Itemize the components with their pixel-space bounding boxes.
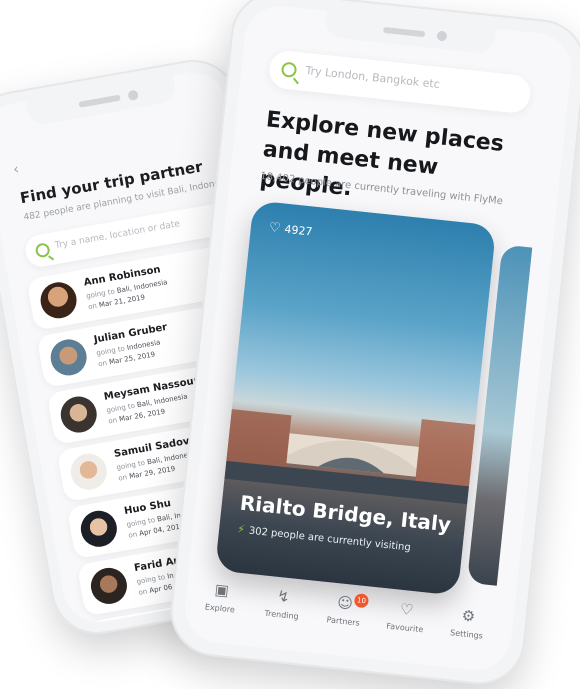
date-prefix: on bbox=[87, 301, 98, 312]
search-placeholder: Try London, Bangkok etc bbox=[304, 63, 441, 92]
destination-search-input[interactable]: Try London, Bangkok etc bbox=[267, 49, 533, 115]
front-phone: Try London, Bangkok etc Explore new plac… bbox=[166, 0, 580, 689]
destination-card[interactable]: ♡ 4927 Rialto Bridge, Italy ⚡ 302 people a… bbox=[214, 200, 497, 596]
bolt-icon: ⚡ bbox=[236, 522, 246, 537]
tab-settings[interactable]: ⚙ Settings bbox=[437, 604, 498, 642]
avatar bbox=[57, 393, 100, 436]
tab-label: Favourite bbox=[385, 621, 424, 635]
likes-count: 4927 bbox=[283, 222, 314, 239]
tab-label: Trending bbox=[264, 608, 300, 622]
tab-label: Partners bbox=[326, 615, 361, 628]
speaker bbox=[382, 26, 426, 38]
tab-favourite[interactable]: ♡ Favourite bbox=[376, 598, 437, 636]
bridge-illustration bbox=[224, 409, 476, 505]
search-icon bbox=[280, 61, 298, 78]
avatar bbox=[98, 622, 140, 628]
avatar bbox=[37, 279, 80, 322]
search-icon bbox=[34, 242, 51, 259]
date-prefix: on bbox=[107, 416, 118, 426]
tab-explore[interactable]: ▣ Explore bbox=[191, 578, 252, 616]
destination: Indonesia bbox=[126, 338, 162, 353]
tab-partners[interactable]: ☺ 10 Partners bbox=[314, 591, 375, 629]
search-placeholder: Try a name, location or date bbox=[54, 219, 181, 252]
speaker bbox=[78, 94, 121, 108]
avatar bbox=[67, 450, 110, 493]
likes-counter[interactable]: ♡ 4927 bbox=[268, 220, 313, 239]
avatar bbox=[88, 565, 130, 607]
avatar bbox=[47, 336, 90, 379]
avatar bbox=[78, 507, 120, 550]
date-prefix: on bbox=[117, 473, 128, 483]
camera bbox=[436, 30, 448, 42]
notch bbox=[324, 10, 496, 55]
heart-icon: ♡ bbox=[399, 599, 415, 620]
date-prefix: on bbox=[137, 587, 148, 597]
date-prefix: on bbox=[97, 358, 108, 369]
tab-label: Explore bbox=[204, 602, 236, 615]
tab-trending[interactable]: ↯ Trending bbox=[252, 585, 313, 623]
tab-label: Settings bbox=[449, 628, 484, 641]
camera bbox=[127, 89, 139, 102]
heart-icon: ♡ bbox=[268, 220, 282, 237]
back-arrow-icon[interactable]: ‹ bbox=[12, 161, 20, 178]
bottom-tab-bar: ▣ Explore ↯ Trending ☺ 10 Partners ♡ Fav… bbox=[181, 567, 515, 673]
bolt-icon: ↯ bbox=[276, 586, 291, 607]
notch bbox=[25, 74, 178, 127]
gear-icon: ⚙ bbox=[460, 606, 477, 626]
date-prefix: on bbox=[127, 530, 138, 540]
explore-screen: Try London, Bangkok etc Explore new plac… bbox=[181, 2, 575, 674]
explore-icon: ▣ bbox=[213, 580, 230, 600]
